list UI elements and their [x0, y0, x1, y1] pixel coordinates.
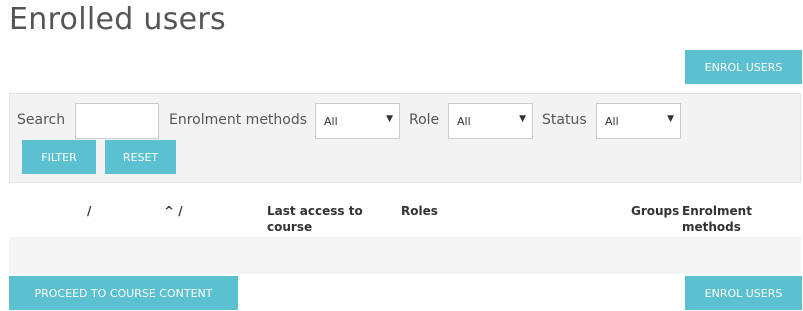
role-selected: All	[457, 115, 471, 128]
table-row	[9, 237, 801, 274]
reset-button[interactable]: RESET	[105, 140, 176, 174]
search-label: Search	[17, 112, 66, 128]
filter-button[interactable]: FILTER	[22, 140, 96, 174]
column-header-roles: Roles	[401, 204, 438, 218]
chevron-down-icon: ▼	[519, 114, 526, 124]
enrol-users-button-top[interactable]: ENROL USERS	[685, 50, 802, 84]
enrolment-methods-select[interactable]: All ▼	[315, 103, 400, 139]
column-header-enrolment-methods: Enrolment methods	[682, 203, 752, 235]
page-title: Enrolled users	[9, 2, 226, 37]
role-select[interactable]: All ▼	[448, 103, 533, 139]
enrolment-methods-line1: Enrolment	[682, 204, 752, 218]
last-access-line2: course	[267, 220, 313, 234]
enrolment-methods-selected: All	[324, 115, 338, 128]
status-label: Status	[542, 112, 587, 128]
search-input[interactable]	[75, 103, 159, 139]
enrolment-methods-line2: methods	[682, 220, 741, 234]
filter-panel: Search Enrolment methods All ▼ Role All …	[9, 93, 801, 183]
column-header-last-access[interactable]: Last access to course	[267, 203, 363, 235]
role-label: Role	[409, 112, 440, 128]
status-select[interactable]: All ▼	[596, 103, 681, 139]
proceed-to-course-content-button[interactable]: PROCEED TO COURSE CONTENT	[9, 276, 238, 310]
chevron-down-icon: ▼	[667, 114, 674, 124]
enrol-users-button-bottom[interactable]: ENROL USERS	[685, 276, 802, 310]
status-selected: All	[605, 115, 619, 128]
column-header-groups: Groups	[631, 204, 680, 218]
chevron-down-icon: ▼	[386, 114, 393, 124]
column-header-1[interactable]: /	[87, 203, 91, 219]
last-access-line1: Last access to	[267, 204, 363, 218]
column-header-2[interactable]: ^ /	[164, 203, 183, 219]
enrolment-methods-label: Enrolment methods	[169, 112, 308, 128]
